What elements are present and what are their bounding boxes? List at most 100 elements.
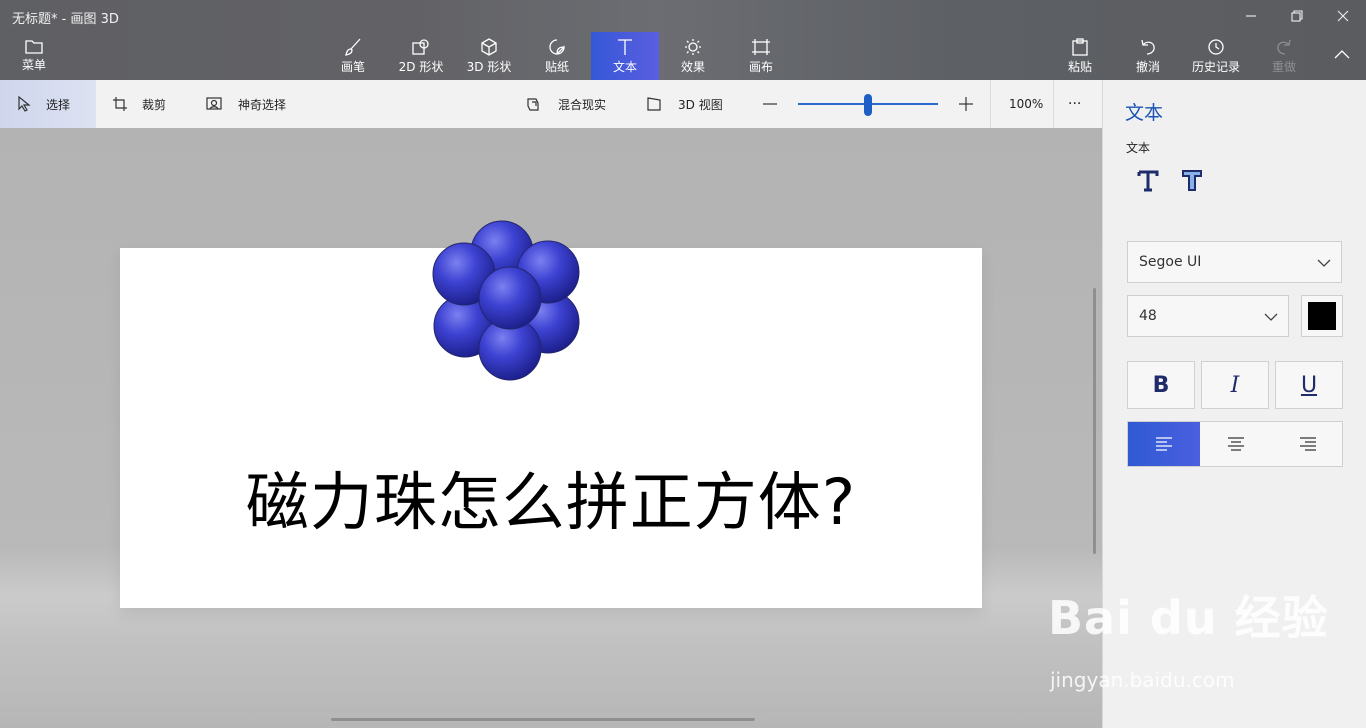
magnetic-beads-cluster[interactable] [428, 216, 588, 386]
undo-button[interactable]: 撤消 [1128, 32, 1168, 80]
font-family-value: Segoe UI [1139, 254, 1202, 270]
magic-select-label: 神奇选择 [238, 97, 287, 112]
watermark-logo-text: Bai du 经验 [1048, 591, 1329, 645]
close-button[interactable] [1320, 0, 1366, 32]
crop-icon [113, 97, 127, 111]
bead [478, 266, 542, 330]
paste-button[interactable]: 粘贴 [1060, 32, 1100, 80]
restore-icon [1291, 10, 1303, 22]
zoom-out-button[interactable] [762, 80, 778, 128]
plus-icon [959, 97, 973, 111]
title-and-ribbon-bar: 无标题* - 画图 3D 菜单 画笔 2D 形状 3D 形状 贴纸 文本 效果 … [0, 0, 1366, 80]
tab-3d-shapes[interactable]: 3D 形状 [464, 32, 514, 80]
font-size-value: 48 [1139, 308, 1157, 324]
3d-text-icon [1182, 170, 1202, 191]
select-label: 选择 [46, 97, 71, 112]
tab-2d-shapes-label: 2D 形状 [398, 60, 444, 74]
horizontal-scrollbar[interactable] [331, 718, 755, 721]
watermark-url: jingyan.baidu.com [1050, 668, 1235, 692]
crop-tool[interactable]: 裁剪 [112, 80, 166, 128]
zoom-slider-thumb[interactable] [864, 94, 872, 116]
brush-icon [345, 38, 361, 56]
select-tool[interactable]: 选择 [0, 80, 96, 128]
redo-label: 重做 [1271, 60, 1296, 74]
stickers-icon [549, 39, 565, 55]
2d-shapes-icon [412, 39, 429, 55]
view-3d-button[interactable]: 3D 视图 [646, 80, 723, 128]
tab-text-label: 文本 [612, 60, 637, 74]
history-button[interactable]: 历史记录 [1188, 32, 1244, 80]
magic-select-tool[interactable]: 神奇选择 [206, 80, 286, 128]
menu-label: 菜单 [21, 58, 46, 72]
tab-text[interactable]: 文本 [591, 32, 659, 80]
view-3d-label: 3D 视图 [678, 97, 723, 112]
canvas-text-object[interactable]: 磁力珠怎么拼正方体? [120, 452, 982, 543]
2d-text-icon [1137, 170, 1159, 192]
chevron-up-icon [1334, 50, 1350, 59]
alignment-group [1127, 421, 1343, 467]
font-size-dropdown[interactable]: 48 [1127, 295, 1289, 337]
undo-label: 撤消 [1135, 60, 1160, 74]
bold-button[interactable]: B [1127, 361, 1195, 409]
tab-effects[interactable]: 效果 [672, 32, 714, 80]
minimize-button[interactable] [1228, 0, 1274, 32]
redo-button[interactable]: 重做 [1264, 32, 1304, 80]
canvas-icon [752, 39, 770, 55]
effects-icon [685, 39, 701, 55]
mixed-reality-icon [527, 98, 539, 111]
more-options-button[interactable]: ··· [1068, 80, 1081, 128]
mixed-reality-button[interactable]: 混合现实 [526, 80, 606, 128]
history-icon [1208, 39, 1224, 55]
italic-button[interactable]: I [1201, 361, 1269, 409]
folder-icon [25, 40, 43, 54]
align-right-icon [1300, 437, 1316, 451]
baidu-watermark: Bai du 经验 jingyan.baidu.com [1048, 582, 1329, 692]
tab-canvas[interactable]: 画布 [740, 32, 782, 80]
align-left-button[interactable] [1128, 422, 1200, 466]
2d-text-button[interactable] [1133, 166, 1163, 196]
align-left-icon [1156, 437, 1172, 451]
paste-icon [1072, 38, 1088, 56]
zoom-value: 100% [1009, 97, 1044, 111]
font-family-dropdown[interactable]: Segoe UI [1127, 241, 1342, 283]
tab-canvas-label: 画布 [748, 60, 773, 74]
underline-button[interactable]: U [1275, 361, 1343, 409]
zoom-in-button[interactable] [958, 80, 974, 128]
tab-2d-shapes[interactable]: 2D 形状 [396, 32, 446, 80]
history-label: 历史记录 [1191, 60, 1240, 74]
menu-button[interactable]: 菜单 [14, 32, 54, 80]
minimize-icon [1246, 15, 1256, 17]
restore-button[interactable] [1274, 0, 1320, 32]
tab-effects-label: 效果 [680, 60, 705, 74]
panel-subtitle: 文本 [1126, 141, 1151, 155]
undo-icon [1141, 39, 1155, 55]
tab-3d-shapes-label: 3D 形状 [466, 60, 512, 74]
toolbar-divider [1053, 80, 1054, 128]
magic-select-icon [206, 97, 222, 110]
more-icon: ··· [1068, 96, 1082, 112]
close-icon [1337, 10, 1349, 22]
chevron-down-icon [1264, 313, 1278, 321]
vertical-scrollbar[interactable] [1093, 288, 1096, 554]
text-color-picker[interactable] [1301, 295, 1343, 337]
minus-icon [763, 103, 777, 105]
3d-text-button[interactable] [1177, 166, 1207, 196]
cursor-icon [18, 96, 31, 112]
tab-stickers[interactable]: 贴纸 [536, 32, 578, 80]
paste-label: 粘贴 [1067, 60, 1092, 74]
collapse-ribbon-button[interactable] [1326, 32, 1358, 80]
tab-stickers-label: 贴纸 [544, 60, 569, 74]
text-icon [618, 39, 632, 55]
crop-label: 裁剪 [142, 97, 167, 112]
3d-shapes-icon [481, 38, 497, 56]
zoom-percentage[interactable]: 100% [1009, 80, 1043, 128]
tab-brushes[interactable]: 画笔 [331, 32, 375, 80]
color-swatch [1308, 302, 1336, 330]
window-title: 无标题* - 画图 3D [12, 12, 119, 27]
align-right-button[interactable] [1272, 422, 1344, 466]
align-center-button[interactable] [1200, 422, 1272, 466]
chevron-down-icon [1317, 259, 1331, 267]
view-3d-icon [647, 97, 661, 111]
mixed-reality-label: 混合现实 [558, 97, 607, 112]
toolbar-divider [990, 80, 991, 128]
